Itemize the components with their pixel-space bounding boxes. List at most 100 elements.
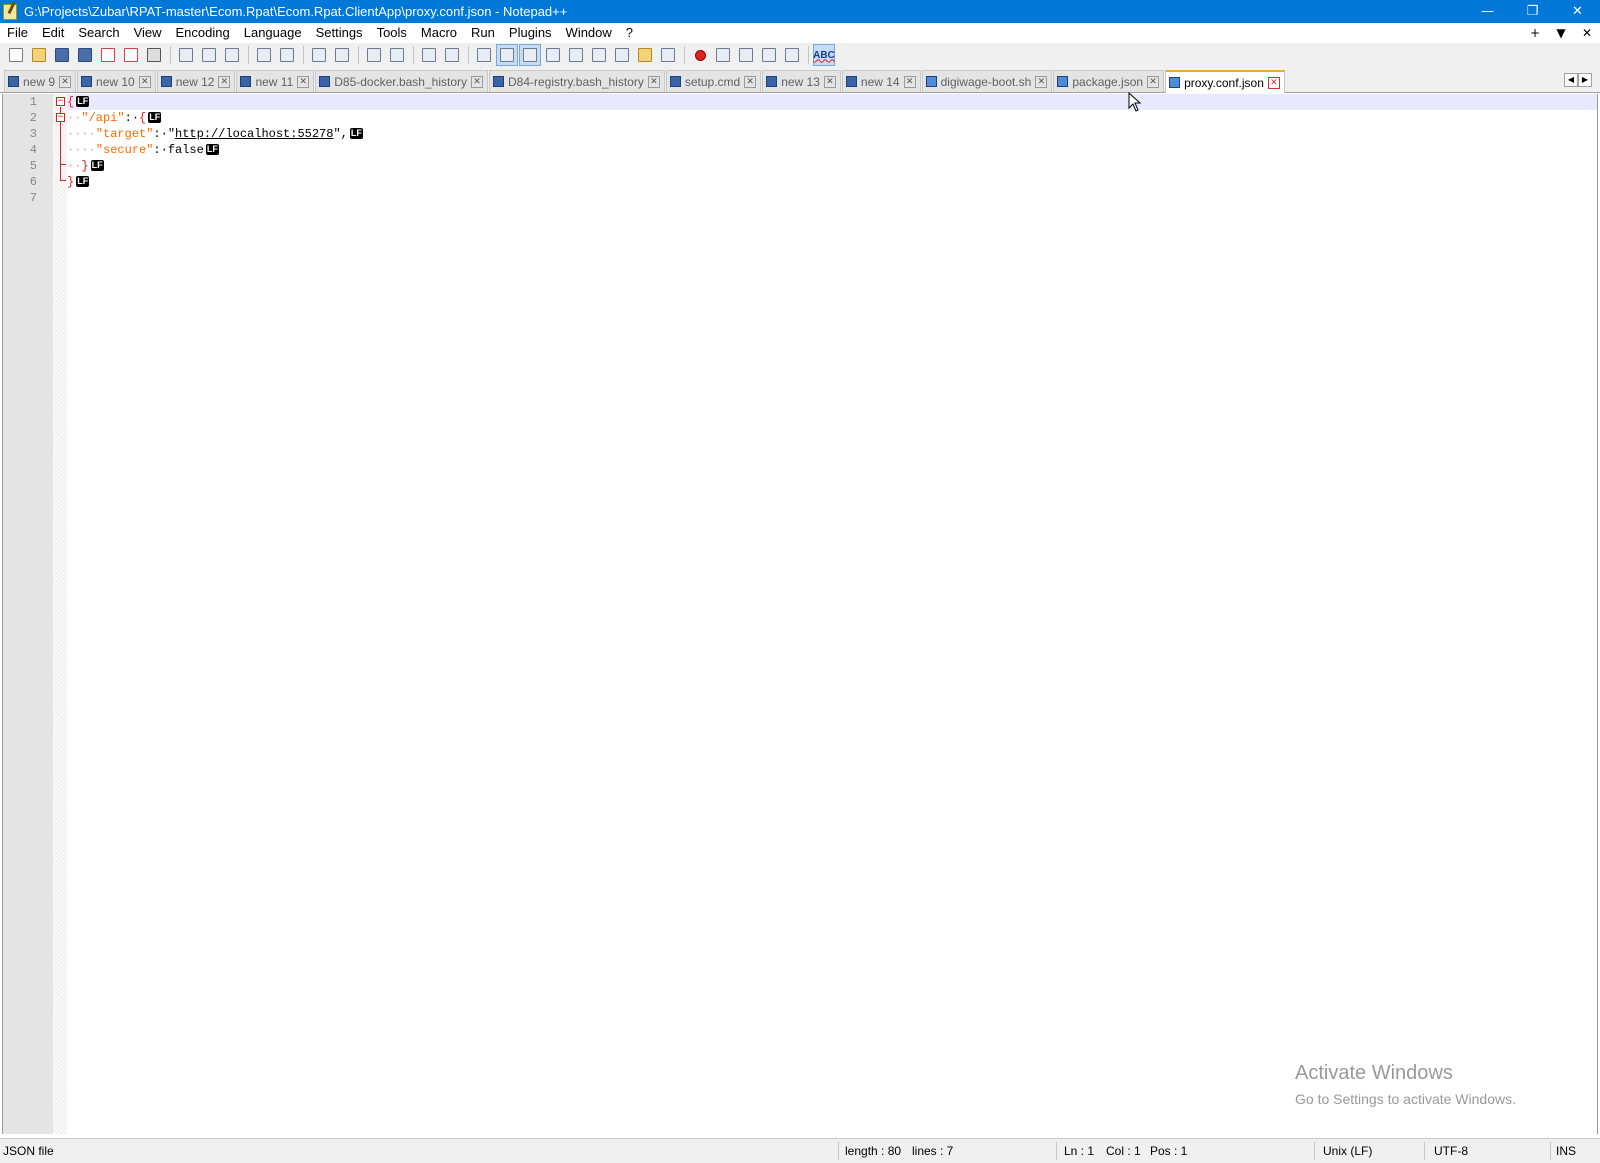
print-icon[interactable] [143, 44, 165, 66]
tab-close-icon[interactable]: ✕ [59, 75, 72, 88]
tab-new-9[interactable]: new 9 ✕ [4, 70, 77, 92]
fold-end-marker [60, 180, 66, 181]
tab-close-icon[interactable]: ✕ [218, 75, 231, 88]
run-macro-multiple-icon[interactable] [758, 44, 780, 66]
close-file-icon[interactable] [97, 44, 119, 66]
show-all-chars-icon[interactable] [496, 44, 518, 66]
zoom-in-icon[interactable] [363, 44, 385, 66]
status-eol-format[interactable]: Unix (LF) [1323, 1139, 1372, 1163]
function-list-icon[interactable] [611, 44, 633, 66]
menu-language[interactable]: Language [237, 23, 309, 43]
folder-workspace-icon[interactable] [634, 44, 656, 66]
code-area[interactable]: {LF ··"/api":·{LF ····"target":·"http://… [67, 94, 1597, 1134]
minimize-button[interactable]: — [1465, 0, 1510, 23]
tab-close-icon[interactable]: ✕ [471, 75, 483, 88]
close-doc-icon[interactable]: ✕ [1574, 26, 1600, 40]
close-window-button[interactable]: ✕ [1555, 0, 1600, 23]
udl-icon[interactable] [542, 44, 564, 66]
menu-window[interactable]: Window [559, 23, 619, 43]
menu-tools[interactable]: Tools [370, 23, 414, 43]
word-wrap-icon[interactable] [473, 44, 495, 66]
url-link[interactable]: http://localhost:55278 [175, 127, 333, 141]
tab-new-10[interactable]: new 10 ✕ [77, 70, 156, 92]
tab-scroll-left-icon[interactable]: ◀ [1564, 73, 1578, 87]
tab-close-icon[interactable]: ✕ [297, 75, 310, 88]
sync-horizontal-icon[interactable] [441, 44, 463, 66]
indent-guide-icon[interactable] [519, 44, 541, 66]
redo-icon[interactable] [276, 44, 298, 66]
save-macro-icon[interactable] [781, 44, 803, 66]
tab-close-icon[interactable]: ✕ [138, 75, 151, 88]
indent-whitespace: ·· [67, 111, 82, 125]
save-all-icon[interactable] [74, 44, 96, 66]
tab-new-11[interactable]: new 11 ✕ [236, 70, 315, 92]
sync-vertical-icon[interactable] [418, 44, 440, 66]
current-line-highlight [67, 94, 1597, 110]
tab-proxy-conf-json[interactable]: proxy.conf.json ✕ [1165, 70, 1285, 93]
menu-settings[interactable]: Settings [309, 23, 370, 43]
menu-edit[interactable]: Edit [35, 23, 71, 43]
zoom-out-icon[interactable] [386, 44, 408, 66]
tab-close-icon[interactable]: ✕ [647, 75, 660, 88]
tab-d85-docker-bash-history[interactable]: D85-docker.bash_history ✕ [315, 70, 488, 92]
tab-close-icon[interactable]: ✕ [1267, 76, 1280, 89]
doc-map-icon[interactable] [565, 44, 587, 66]
tab-close-icon[interactable]: ✕ [1035, 75, 1048, 88]
status-insert-mode[interactable]: INS [1556, 1139, 1576, 1163]
menu-search[interactable]: Search [71, 23, 126, 43]
save-icon[interactable] [51, 44, 73, 66]
toolbar-separator [468, 46, 469, 64]
stop-record-icon[interactable] [712, 44, 734, 66]
replace-icon[interactable] [331, 44, 353, 66]
fold-toggle-icon[interactable]: − [56, 97, 65, 106]
monitoring-icon[interactable] [657, 44, 679, 66]
spellcheck-icon[interactable]: ABC [813, 44, 835, 66]
line-number: 6 [29, 175, 37, 189]
doc-list-icon[interactable] [588, 44, 610, 66]
open-file-icon[interactable] [28, 44, 50, 66]
record-macro-icon[interactable] [689, 44, 711, 66]
tab-close-icon[interactable]: ✕ [1147, 75, 1160, 88]
tab-new-14[interactable]: new 14 ✕ [841, 70, 921, 92]
editor[interactable]: 1 2 3 4 5 6 7 − − {LF ··"/api":·{LF ····… [2, 94, 1598, 1134]
tab-close-icon[interactable]: ✕ [823, 75, 836, 88]
maximize-button[interactable]: ❐ [1510, 0, 1555, 23]
file-status-icon [766, 76, 778, 87]
notepadpp-app-icon[interactable] [3, 3, 17, 20]
watermark-title: Activate Windows [1295, 1062, 1453, 1084]
close-all-icon[interactable] [120, 44, 142, 66]
cut-icon[interactable] [175, 44, 197, 66]
undo-icon[interactable] [253, 44, 275, 66]
json-key: "target" [95, 127, 154, 141]
new-file-icon[interactable] [5, 44, 27, 66]
tab-setup-cmd[interactable]: setup.cmd ✕ [665, 70, 762, 92]
menu-help[interactable]: ? [619, 23, 640, 43]
find-icon[interactable] [308, 44, 330, 66]
eol-marker: LF [76, 176, 90, 188]
tab-package-json[interactable]: package.json ✕ [1053, 70, 1165, 92]
status-divider [1314, 1142, 1315, 1160]
tab-digiwage-boot-sh[interactable]: digiwage-boot.sh ✕ [921, 70, 1053, 92]
tab-new-12[interactable]: new 12 ✕ [156, 70, 236, 92]
playback-macro-icon[interactable] [735, 44, 757, 66]
fold-toggle-icon[interactable]: − [56, 113, 65, 122]
tab-scroll-right-icon[interactable]: ▶ [1578, 73, 1592, 87]
menu-run[interactable]: Run [464, 23, 502, 43]
tab-d84-registry-bash-history[interactable]: D84-registry.bash_history ✕ [489, 70, 665, 92]
menu-view[interactable]: View [127, 23, 169, 43]
new-tab-icon[interactable]: + [1522, 26, 1548, 40]
tab-list-icon[interactable]: ▼ [1548, 26, 1574, 40]
menu-encoding[interactable]: Encoding [169, 23, 237, 43]
menu-plugins[interactable]: Plugins [502, 23, 559, 43]
line-number: 2 [29, 111, 37, 125]
tab-new-13[interactable]: new 13 ✕ [762, 70, 841, 92]
eol-marker: LF [90, 160, 104, 172]
menu-macro[interactable]: Macro [414, 23, 464, 43]
tab-close-icon[interactable]: ✕ [903, 75, 916, 88]
tab-close-icon[interactable]: ✕ [744, 75, 757, 88]
paste-icon[interactable] [221, 44, 243, 66]
menu-file[interactable]: File [0, 23, 35, 43]
copy-icon[interactable] [198, 44, 220, 66]
file-status-icon [1169, 77, 1181, 88]
status-encoding[interactable]: UTF-8 [1434, 1139, 1468, 1163]
